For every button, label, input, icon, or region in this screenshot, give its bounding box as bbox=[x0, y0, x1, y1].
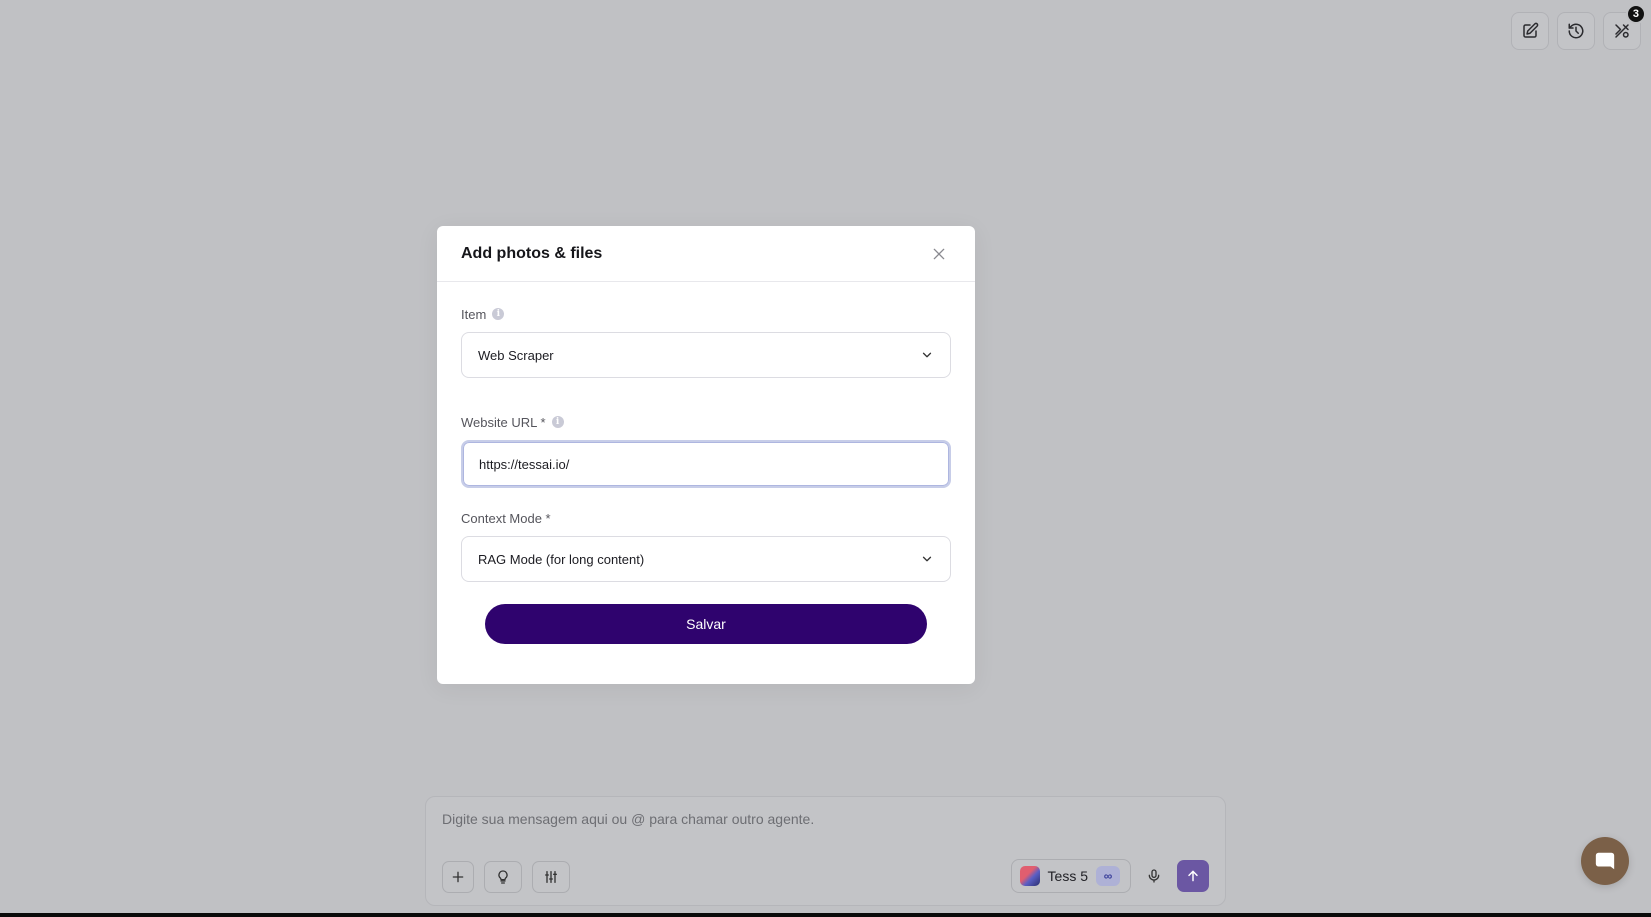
url-label: Website URL * bbox=[461, 414, 546, 430]
url-label-row: Website URL * i bbox=[461, 414, 951, 430]
chat-bubble-icon bbox=[1595, 852, 1615, 870]
new-chat-button[interactable] bbox=[1511, 12, 1549, 50]
context-mode-value: RAG Mode (for long content) bbox=[478, 551, 645, 567]
message-composer: Digite sua mensagem aqui ou @ para chama… bbox=[425, 796, 1226, 906]
support-chat-button[interactable] bbox=[1581, 837, 1629, 885]
info-icon[interactable]: i bbox=[492, 308, 505, 320]
item-label: Item bbox=[461, 306, 487, 322]
chevron-down-icon bbox=[922, 556, 932, 562]
chevron-down-icon bbox=[922, 352, 932, 358]
website-url-input[interactable] bbox=[461, 440, 951, 488]
bottom-edge bbox=[0, 913, 1651, 917]
send-button[interactable] bbox=[1177, 860, 1209, 892]
arrow-up-icon bbox=[1188, 870, 1198, 882]
notification-badge: 3 bbox=[1625, 4, 1646, 24]
tools-icon bbox=[1615, 24, 1629, 38]
composer-right-actions: Tess 5 ∞ bbox=[1010, 859, 1209, 893]
save-button[interactable]: Salvar bbox=[485, 604, 927, 644]
info-icon[interactable]: i bbox=[551, 416, 564, 428]
context-mode-label: Context Mode * bbox=[461, 510, 551, 526]
tools-button[interactable]: 3 bbox=[1603, 4, 1646, 50]
close-icon bbox=[933, 248, 945, 259]
modal-header: Add photos & files bbox=[437, 226, 975, 282]
modal-title: Add photos & files bbox=[461, 244, 603, 262]
modal-body: Item i Web Scraper Website URL * i Conte… bbox=[437, 282, 975, 644]
context-mode-select[interactable]: RAG Mode (for long content) bbox=[461, 536, 951, 582]
settings-button[interactable] bbox=[532, 861, 570, 893]
top-toolbar: 3 bbox=[1511, 4, 1646, 50]
item-select[interactable]: Web Scraper bbox=[461, 332, 951, 378]
add-files-modal: Add photos & files Item i Web Scraper We… bbox=[437, 226, 975, 684]
message-input[interactable]: Digite sua mensagem aqui ou @ para chama… bbox=[442, 811, 1209, 827]
item-select-value: Web Scraper bbox=[478, 347, 554, 363]
composer-actions bbox=[442, 861, 570, 893]
edit-icon bbox=[1523, 22, 1539, 38]
add-attachment-button[interactable] bbox=[442, 861, 474, 893]
history-icon bbox=[1568, 23, 1584, 39]
sliders-icon bbox=[545, 871, 557, 883]
agent-selector[interactable]: Tess 5 ∞ bbox=[1010, 859, 1131, 893]
agent-name: Tess 5 bbox=[1047, 868, 1088, 884]
infinity-badge: ∞ bbox=[1096, 866, 1120, 886]
lightbulb-icon bbox=[498, 870, 508, 884]
ideas-button[interactable] bbox=[484, 861, 522, 893]
item-label-row: Item i bbox=[461, 306, 951, 322]
agent-avatar bbox=[1019, 866, 1040, 886]
microphone-button[interactable] bbox=[1141, 860, 1167, 892]
microphone-icon bbox=[1148, 869, 1160, 883]
context-label-row: Context Mode * bbox=[461, 510, 951, 526]
close-button[interactable] bbox=[927, 242, 951, 266]
plus-icon bbox=[452, 871, 464, 883]
history-button[interactable] bbox=[1557, 12, 1595, 50]
